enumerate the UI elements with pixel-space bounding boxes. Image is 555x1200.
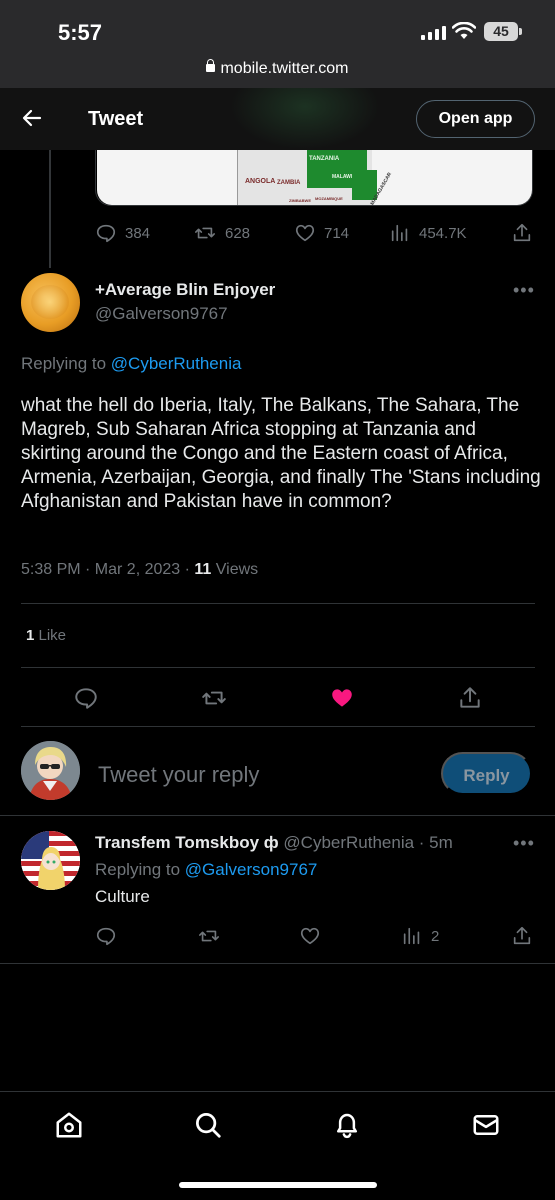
search-icon[interactable]: [193, 1110, 223, 1140]
reply-input[interactable]: Tweet your reply: [98, 762, 259, 788]
reply-action[interactable]: 384: [95, 222, 150, 244]
like-action[interactable]: 714: [294, 222, 349, 244]
reply-body: Culture: [95, 887, 150, 906]
share-icon: [513, 223, 531, 242]
views-count: 11: [194, 561, 212, 578]
clock: 5:57: [58, 20, 103, 45]
battery-indicator: 45: [484, 22, 522, 41]
avatar[interactable]: [21, 831, 80, 890]
author-handle[interactable]: @Galverson9767: [95, 304, 228, 324]
analytics-icon: [391, 224, 408, 242]
home-indicator: [179, 1182, 377, 1188]
url-text: mobile.twitter.com: [220, 60, 349, 77]
main-tweet-actions: [0, 685, 555, 711]
heart-filled-icon[interactable]: [328, 685, 356, 711]
status-bar: 5:57 45 mobile.twitter.com: [0, 0, 555, 88]
retweet-icon: [195, 227, 215, 239]
replying-to-line: Replying to @Galverson9767: [95, 860, 317, 880]
map-label: MALAWI: [332, 174, 353, 180]
retweet-icon[interactable]: [200, 685, 228, 711]
share-action[interactable]: [511, 925, 533, 947]
retweet-action[interactable]: [197, 925, 221, 947]
flag-avatar-image: [21, 831, 80, 890]
heart-icon: [295, 224, 315, 242]
background-image-ghost: [230, 88, 380, 150]
anime-avatar-image: [21, 741, 80, 800]
previous-tweet-actions: 384 628 714 454.7K: [95, 222, 535, 246]
reply-icon: [96, 927, 116, 946]
retweet-icon: [199, 930, 219, 942]
divider: [21, 667, 535, 668]
share-icon: [513, 926, 531, 945]
map-label: ZIMBABWE: [289, 198, 311, 203]
reply-icon[interactable]: [73, 685, 99, 711]
tweet-media-card[interactable]: ANGOLA ZAMBIA TANZANIA MALAWI ZIMBABWE M…: [95, 150, 533, 206]
replying-prefix: Replying to: [21, 354, 107, 373]
reply-age: · 5m: [414, 833, 453, 852]
notifications-bell-icon[interactable]: [332, 1110, 362, 1140]
views-action[interactable]: 454.7K: [389, 222, 467, 244]
more-options-icon[interactable]: •••: [513, 833, 535, 854]
reply-action[interactable]: [95, 925, 117, 947]
share-icon[interactable]: [457, 685, 483, 711]
tweet-timestamp[interactable]: 5:38 PM · Mar 2, 2023 ·: [21, 561, 194, 578]
map-label: ANGOLA: [245, 178, 276, 185]
heart-icon: [300, 927, 320, 945]
divider: [21, 726, 535, 727]
likes-summary[interactable]: 1 Like: [26, 627, 66, 644]
tweet-meta: 5:38 PM · Mar 2, 2023 · 11 Views: [21, 561, 258, 579]
reply-icon: [96, 224, 116, 243]
divider: [0, 963, 555, 964]
lock-icon: [206, 59, 216, 72]
divider: [0, 815, 555, 816]
likes-label: Like: [34, 627, 67, 644]
reply-count: 384: [125, 224, 151, 242]
home-icon[interactable]: [54, 1110, 84, 1140]
views-count: 2: [431, 927, 440, 945]
page-title: Tweet: [88, 108, 144, 130]
reply-tweet-actions: 2: [95, 925, 535, 949]
back-arrow-icon[interactable]: [20, 106, 44, 130]
analytics-icon: [403, 927, 420, 945]
messages-mail-icon[interactable]: [471, 1110, 501, 1140]
top-header: Tweet Open app: [0, 88, 555, 150]
thread-connector-line: [49, 150, 51, 268]
author-display-name[interactable]: +Average Blin Enjoyer: [95, 280, 275, 300]
divider: [21, 603, 535, 604]
url-bar[interactable]: mobile.twitter.com: [0, 59, 555, 78]
retweet-count: 628: [225, 224, 251, 242]
wifi-icon: [452, 22, 476, 39]
like-action[interactable]: [299, 925, 321, 947]
like-count: 714: [324, 224, 350, 242]
reply-button[interactable]: Reply: [441, 752, 532, 795]
retweet-action[interactable]: 628: [193, 222, 250, 244]
tweet-body: what the hell do Iberia, Italy, The Balk…: [21, 395, 541, 512]
reply-author-line: Transfem Tomskboy ф @CyberRuthenia · 5m: [95, 833, 453, 853]
views-label: Views: [211, 561, 259, 578]
reply-author-handle[interactable]: @CyberRuthenia: [283, 833, 414, 852]
replying-mention-link[interactable]: @Galverson9767: [185, 860, 318, 879]
reply-author-name[interactable]: Transfem Tomskboy ф: [95, 833, 279, 852]
replying-prefix: Replying to: [95, 860, 181, 879]
cellular-signal-icon: [421, 26, 446, 40]
replying-mention-link[interactable]: @CyberRuthenia: [111, 354, 242, 373]
map-label: TANZANIA: [309, 156, 340, 162]
views-count: 454.7K: [419, 224, 467, 242]
map-label: ZAMBIA: [277, 180, 301, 186]
current-user-avatar[interactable]: [21, 741, 80, 800]
more-options-icon[interactable]: •••: [513, 280, 535, 301]
open-app-button[interactable]: Open app: [416, 100, 535, 138]
map-label: MOZAMBIQUE: [315, 196, 343, 201]
map-image: ANGOLA ZAMBIA TANZANIA MALAWI ZIMBABWE M…: [97, 150, 532, 205]
replying-to-line: Replying to @CyberRuthenia: [21, 354, 241, 374]
views-action[interactable]: 2: [401, 925, 439, 947]
share-action[interactable]: [511, 222, 533, 244]
avatar[interactable]: [21, 273, 80, 332]
